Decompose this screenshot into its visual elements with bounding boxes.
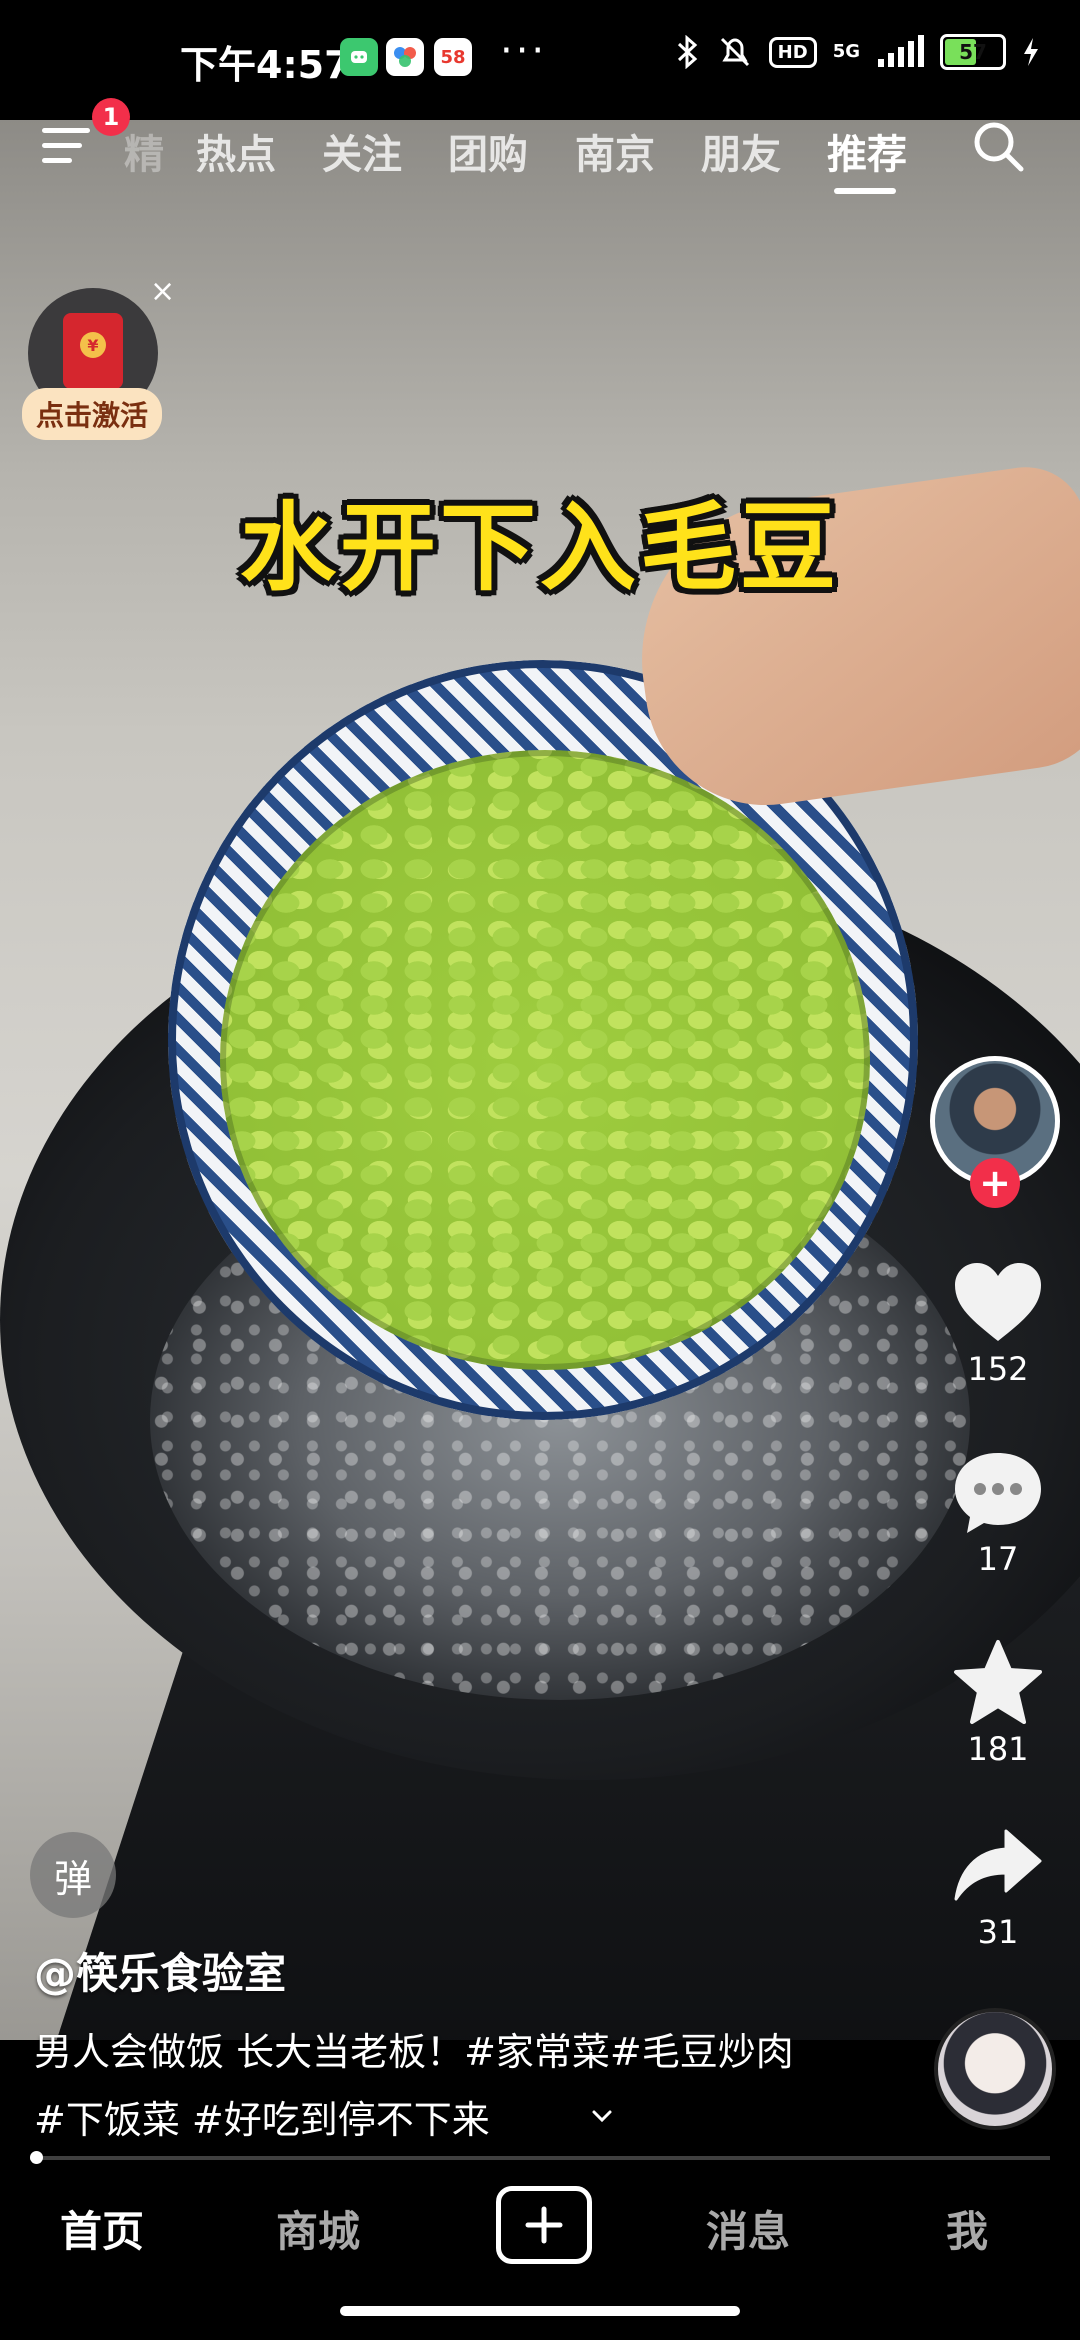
nav-mall[interactable]: 商城 — [276, 2198, 360, 2259]
nav-home[interactable]: 首页 — [60, 2198, 144, 2259]
heart-icon — [955, 1263, 1041, 1341]
video-player[interactable] — [0, 120, 1080, 2040]
share-button[interactable]: 31 — [938, 1815, 1058, 1951]
status-time: 下午4:57 — [180, 43, 351, 87]
nav-me[interactable]: 我 — [946, 2198, 988, 2259]
comment-button[interactable]: 17 — [938, 1442, 1058, 1578]
favorite-count: 181 — [967, 1730, 1029, 1768]
share-arrow-icon — [954, 1829, 1042, 1901]
plus-icon — [525, 2206, 563, 2244]
home-indicator — [340, 2306, 740, 2316]
post-description[interactable]: 男人会做饭 长大当老板！#家常菜#毛豆炒肉 #下饭菜 #好吃到停不下来 — [34, 2018, 834, 2154]
bluetooth-icon — [677, 35, 697, 69]
share-count: 31 — [977, 1913, 1019, 1951]
author-name[interactable]: @筷乐食验室 — [34, 1940, 286, 2001]
tab-hot[interactable]: 热点 — [196, 122, 276, 180]
danmu-toggle-button[interactable]: 弹 — [30, 1832, 116, 1918]
tab-recommended[interactable]: 推荐 — [827, 122, 907, 180]
chevron-down-icon[interactable] — [590, 2104, 614, 2128]
like-button[interactable]: 152 — [938, 1252, 1058, 1388]
app-notification-icon — [386, 38, 424, 76]
nav-messages[interactable]: 消息 — [706, 2198, 790, 2259]
status-more-icon: ··· — [500, 28, 548, 74]
battery-level: 57 — [959, 40, 987, 64]
tab-following[interactable]: 关注 — [322, 122, 402, 180]
network-label: 5G — [832, 41, 860, 62]
mute-bell-icon — [720, 37, 749, 67]
tab-friends[interactable]: 朋友 — [701, 122, 781, 180]
comment-icon — [955, 1453, 1041, 1533]
edamame-beans — [220, 750, 870, 1370]
create-post-button[interactable] — [496, 2186, 592, 2264]
menu-icon[interactable] — [42, 128, 90, 168]
like-count: 152 — [967, 1350, 1029, 1388]
star-icon — [954, 1640, 1042, 1724]
charging-icon — [1024, 38, 1038, 66]
battery-icon: 57 — [940, 34, 1006, 70]
tab-group-buy[interactable]: 团购 — [448, 122, 528, 180]
close-icon[interactable]: × — [150, 274, 175, 309]
favorite-button[interactable]: 181 — [938, 1632, 1058, 1768]
active-tab-indicator — [834, 188, 896, 194]
comment-count: 17 — [977, 1540, 1019, 1578]
tab-nanjing[interactable]: 南京 — [575, 122, 655, 180]
music-disc-avatar[interactable] — [934, 2008, 1056, 2130]
app-58-icon: 58 — [434, 38, 472, 76]
video-progress-bar[interactable] — [30, 2156, 1050, 2160]
progress-handle[interactable] — [30, 2151, 43, 2164]
coin-icon: ¥ — [80, 332, 106, 358]
red-packet-label[interactable]: 点击激活 — [22, 388, 163, 440]
app-notification-icon — [340, 38, 378, 76]
tab-selected[interactable]: 精 — [124, 122, 164, 180]
status-indicators: HD 5G 57 — [675, 34, 1040, 70]
search-icon[interactable] — [970, 118, 1026, 174]
signal-icon — [878, 35, 924, 67]
video-caption: 水开下入毛豆 — [240, 492, 840, 604]
follow-button[interactable]: + — [970, 1158, 1020, 1208]
hd-badge: HD — [768, 36, 817, 68]
